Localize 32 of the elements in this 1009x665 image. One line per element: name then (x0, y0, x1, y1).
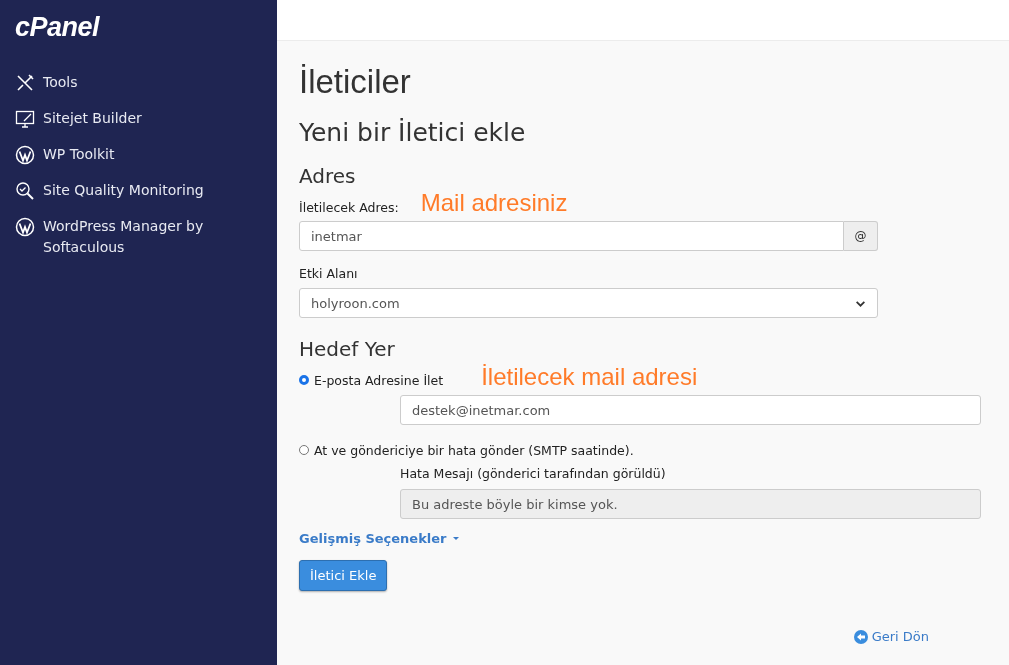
sidebar-item[interactable]: Tools (0, 72, 277, 93)
sidebar-item[interactable]: Sitejet Builder (0, 108, 277, 129)
back-link[interactable]: Geri Dön (853, 629, 929, 644)
caret-icon (452, 537, 459, 540)
email-field[interactable]: inetmar (299, 221, 844, 251)
radio-button[interactable] (299, 445, 309, 455)
tools-icon (15, 73, 35, 93)
sidebar-item[interactable]: Site Quality Monitoring (0, 180, 277, 201)
field-label: Hata Mesajı (gönderici tarafından görüldü) (400, 465, 667, 483)
annotation-text: İletilecek mail adresi (481, 363, 698, 391)
annotation-text: Mail adresiniz (420, 189, 568, 217)
wordpress-icon (15, 145, 35, 165)
field-label: Etki Alanı (299, 265, 359, 283)
advanced-options-link[interactable]: Gelişmiş Seçenekler (299, 531, 459, 546)
section-heading: Adres (299, 163, 357, 189)
radio-label: E-posta Adresine İlet (314, 372, 444, 388)
wordpress-icon (15, 217, 35, 237)
email-field[interactable]: destek@inetmar.com (400, 395, 981, 425)
at-sign-addon: @ (844, 221, 878, 251)
magnifier-check-icon (15, 181, 35, 201)
domain-select[interactable]: holyroon.com (299, 288, 878, 318)
arrow-left-circle-icon (853, 629, 868, 644)
sidebar-item[interactable]: WordPress Manager by Softaculous (0, 216, 277, 258)
monitor-pencil-icon (15, 109, 35, 129)
page-title: İleticiler (299, 62, 412, 102)
field-label: İletilecek Adres: (299, 199, 399, 217)
section-heading: Hedef Yer (299, 336, 396, 362)
section-title: Yeni bir İletici ekle (299, 117, 527, 149)
radio-button[interactable] (299, 375, 309, 385)
radio-label: At ve göndericiye bir hata gönder (SMTP saatinde). (314, 442, 634, 458)
logo[interactable]: cPanel (15, 0, 100, 44)
sidebar-item[interactable]: WP Toolkit (0, 144, 277, 165)
